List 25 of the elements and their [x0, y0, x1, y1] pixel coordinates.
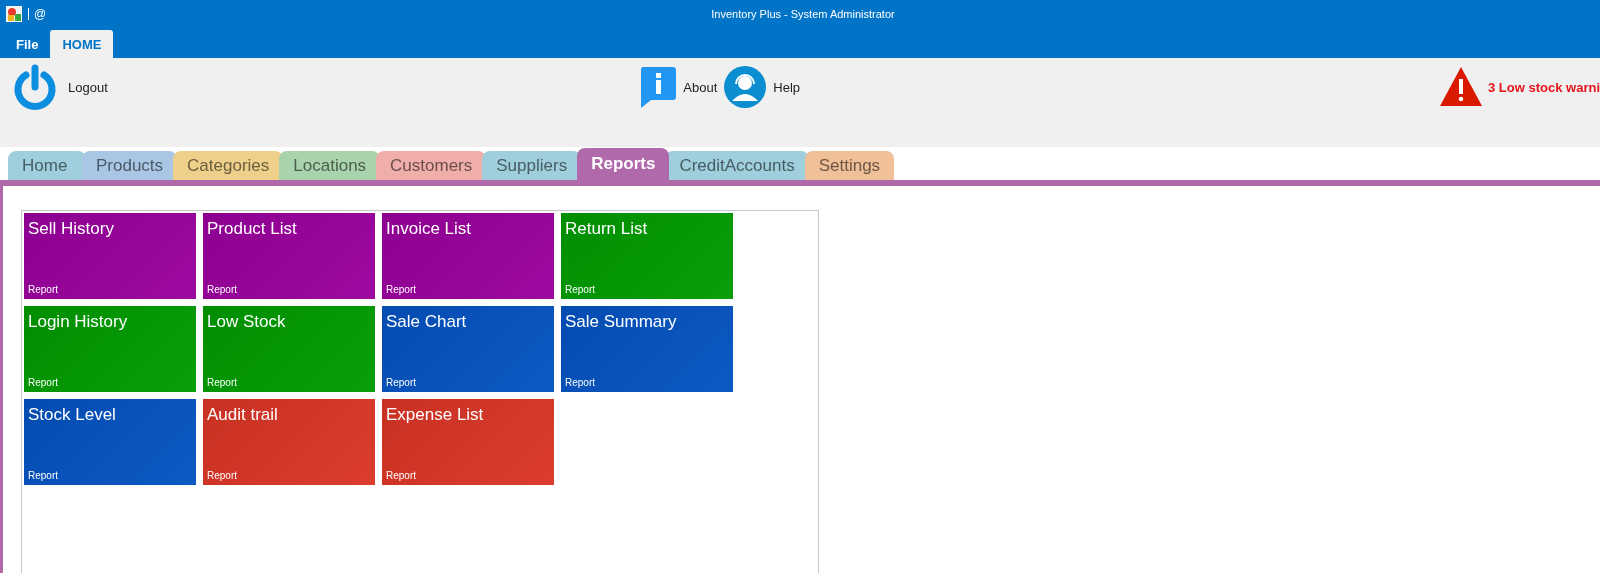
- report-tile[interactable]: Low Stock Report: [203, 306, 375, 392]
- report-tile[interactable]: Return List Report: [561, 213, 733, 299]
- info-icon[interactable]: [639, 65, 678, 109]
- about-label[interactable]: About: [683, 79, 718, 95]
- report-tile[interactable]: Stock Level Report: [24, 399, 196, 485]
- report-tile[interactable]: Login History Report: [24, 306, 196, 392]
- report-tile[interactable]: Invoice List Report: [382, 213, 554, 299]
- tab[interactable]: Settings: [804, 151, 895, 180]
- app-icon: [6, 6, 22, 22]
- ribbon-tab[interactable]: File: [4, 30, 51, 58]
- tab[interactable]: Home: [8, 151, 86, 180]
- report-tile[interactable]: Product List Report: [203, 213, 375, 299]
- ribbon-tab[interactable]: HOME: [50, 30, 114, 58]
- report-tile[interactable]: Audit trail Report: [203, 399, 375, 485]
- report-tile[interactable]: Expense List Report: [382, 399, 554, 485]
- report-tile[interactable]: Sale Summary Report: [561, 306, 733, 392]
- quick-access-button[interactable]: @: [28, 8, 47, 20]
- help-label[interactable]: Help: [773, 79, 801, 95]
- low-stock-warning[interactable]: 3 Low stock warni: [1488, 79, 1600, 95]
- report-tile[interactable]: Sale Chart Report: [382, 306, 554, 392]
- report-tile[interactable]: Sell History Report: [24, 213, 196, 299]
- headset-person-icon[interactable]: [723, 65, 768, 109]
- tab[interactable]: Reports: [577, 148, 670, 180]
- window-title: Inventory Plus - System Administrator: [711, 8, 895, 20]
- logout-label[interactable]: Logout: [68, 79, 108, 95]
